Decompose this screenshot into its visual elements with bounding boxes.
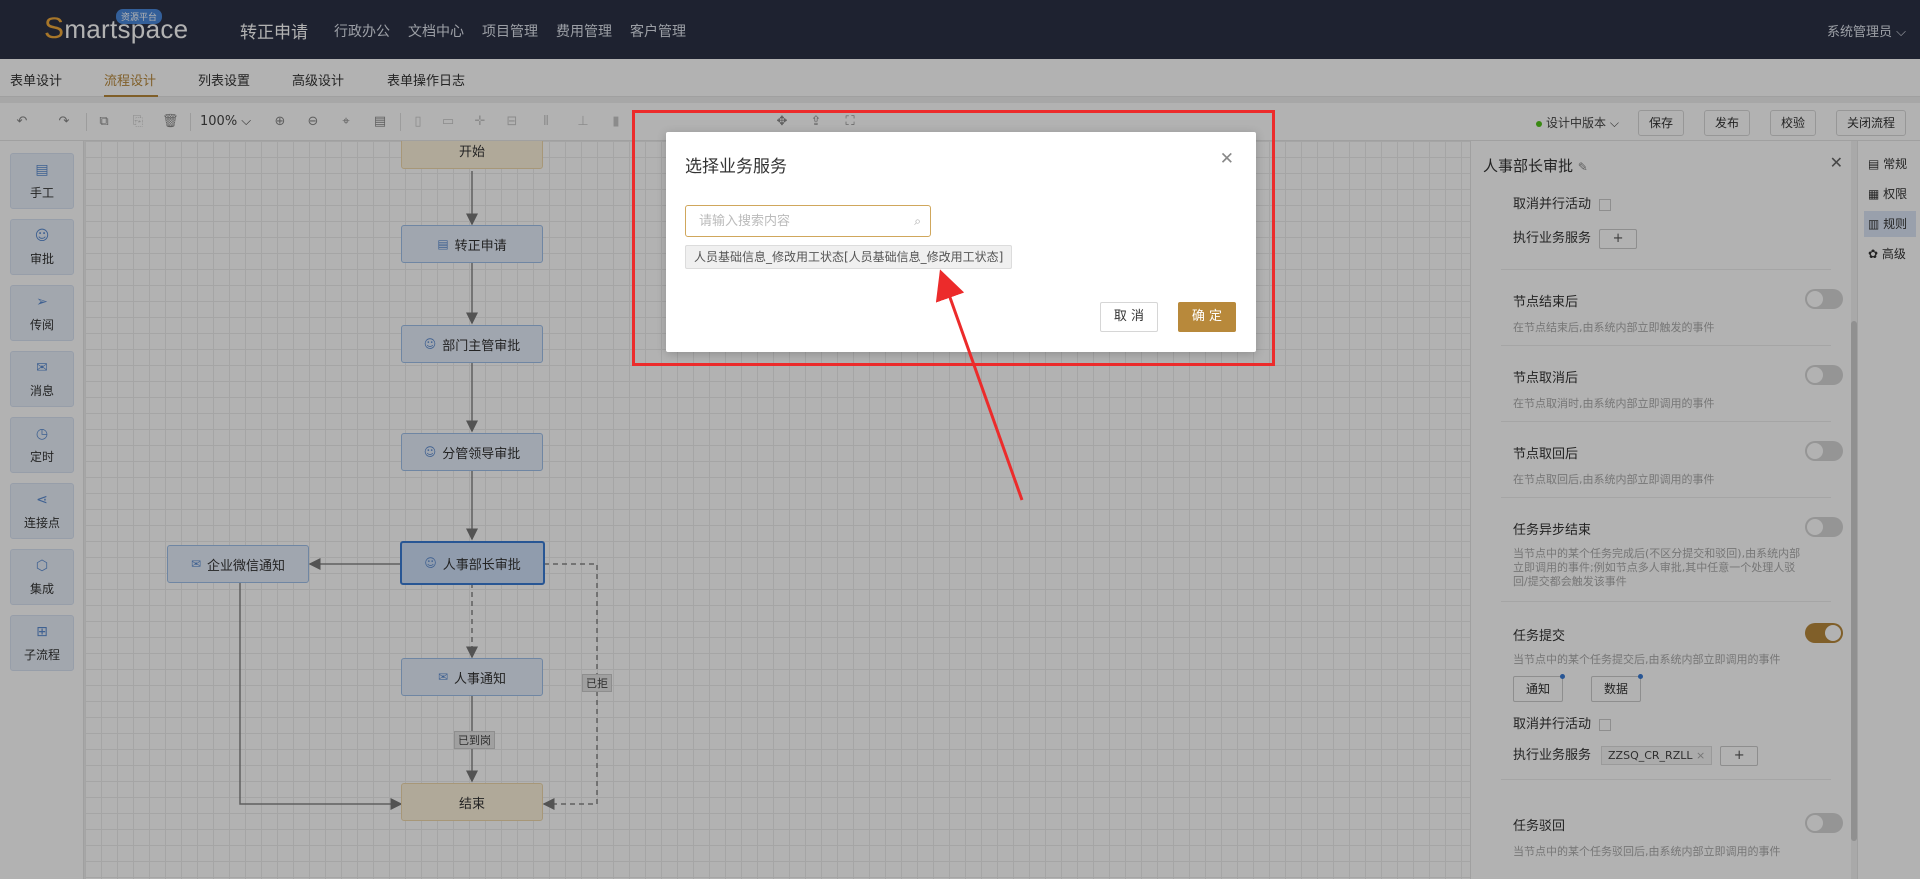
annotation-highlight-box	[632, 110, 1275, 366]
